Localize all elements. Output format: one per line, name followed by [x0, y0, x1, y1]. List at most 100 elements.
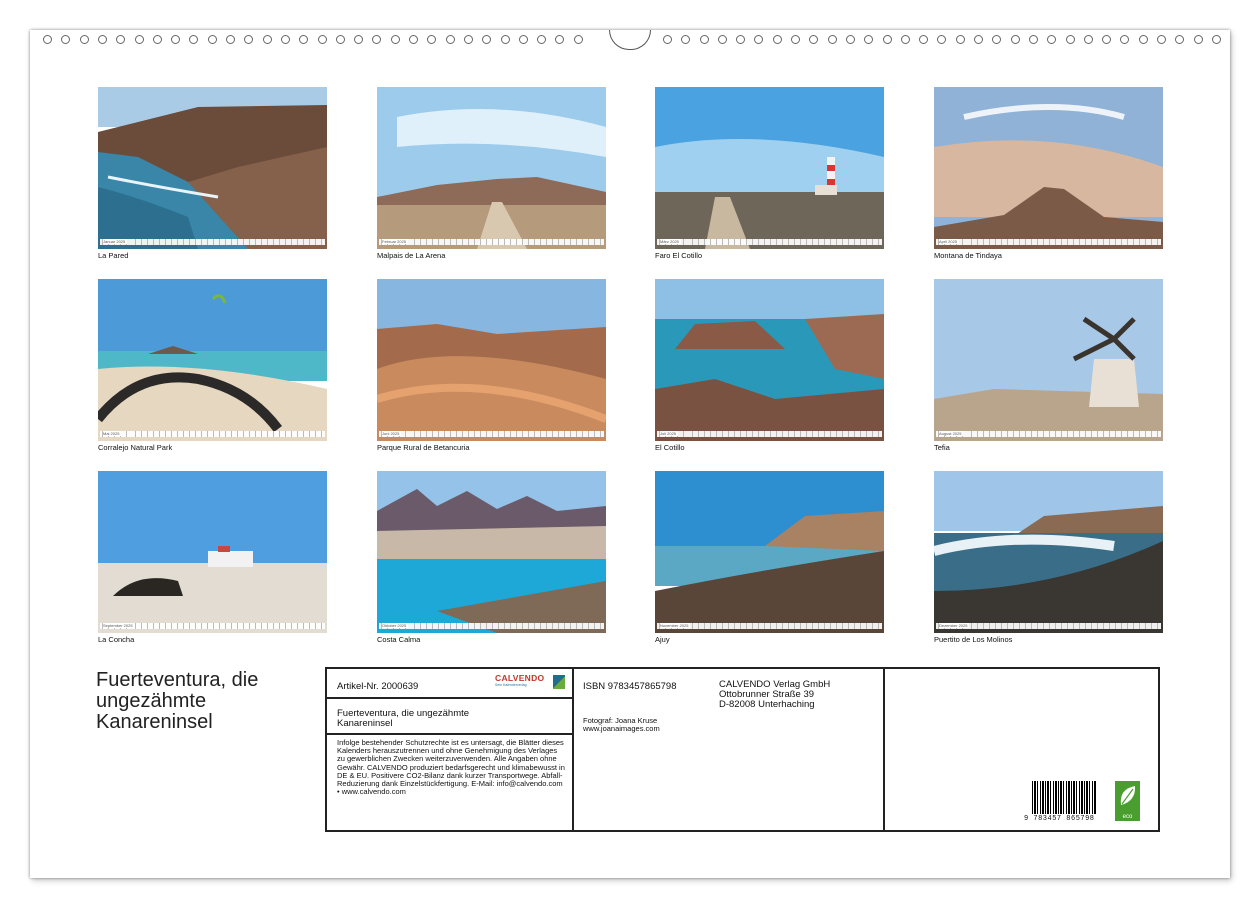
caption-august: Tefia [934, 443, 950, 452]
binding-ring [846, 35, 855, 44]
binding-ring [446, 35, 455, 44]
binding-ring [937, 35, 946, 44]
publisher-address: CALVENDO Verlag GmbH Ottobrunner Straße … [719, 679, 831, 710]
binding-ring [773, 35, 782, 44]
binding-ring [281, 35, 290, 44]
binding-ring [1066, 35, 1075, 44]
caption-march: Faro El Cotillo [655, 251, 703, 260]
leaf-icon [1120, 786, 1136, 805]
caption-april: Montana de Tindaya [934, 251, 1002, 260]
binding-ring [883, 35, 892, 44]
binding-ring [244, 35, 253, 44]
binding-ring [1212, 35, 1221, 44]
calvendo-logo: CALVENDO Sein Kalenderverlag [495, 673, 565, 693]
divider [572, 669, 574, 830]
binding-ring [1139, 35, 1148, 44]
caption-june: Parque Rural de Betancuria [377, 443, 470, 452]
legal-notice: Infolge bestehender Schutzrechte ist es … [337, 738, 565, 797]
binding-ring [791, 35, 800, 44]
binding-ring [263, 35, 272, 44]
divider [327, 697, 572, 699]
photo-april: April 2025 [934, 87, 1163, 249]
binding-ring [919, 35, 928, 44]
binding-ring [354, 35, 363, 44]
caption-september: La Concha [98, 635, 135, 644]
binding-ring [135, 35, 144, 44]
binding-ring [482, 35, 491, 44]
article-number: Artikel-Nr. 2000639 [337, 681, 419, 692]
binding-ring [1011, 35, 1020, 44]
binding-ring [1194, 35, 1203, 44]
binding-ring [409, 35, 418, 44]
binding-ring [864, 35, 873, 44]
binding-ring [828, 35, 837, 44]
binding-ring [391, 35, 400, 44]
caption-july: El Cotillo [655, 443, 685, 452]
binding-ring [700, 35, 709, 44]
photo-june: Juni 2025 [377, 279, 606, 441]
binding-ring [1102, 35, 1111, 44]
binding-ring [43, 35, 52, 44]
binding-ring [574, 35, 583, 44]
binding-ring [98, 35, 107, 44]
binding-ring [116, 35, 125, 44]
binding-ring [501, 35, 510, 44]
photo-may: Mai 2025 [98, 279, 327, 441]
divider [327, 733, 572, 735]
calvendo-logo-icon [553, 675, 565, 689]
binding-ring [80, 35, 89, 44]
eco-badge: eco [1115, 781, 1140, 821]
photo-october: Oktober 2025 [377, 471, 606, 633]
binding-ring [1120, 35, 1129, 44]
binding-ring [189, 35, 198, 44]
binding-ring [208, 35, 217, 44]
binding-ring [1157, 35, 1166, 44]
binding-ring [754, 35, 763, 44]
binding-ring [519, 35, 528, 44]
binding-ring [901, 35, 910, 44]
photo-december: Dezember 2025 [934, 471, 1163, 633]
binding-ring [153, 35, 162, 44]
binding-ring [464, 35, 473, 44]
binding-ring [336, 35, 345, 44]
isbn: ISBN 9783457865798 [583, 681, 677, 692]
binding-ring [956, 35, 965, 44]
caption-december: Puertito de Los Molinos [934, 635, 1013, 644]
binding-ring [1047, 35, 1056, 44]
binding-ring [537, 35, 546, 44]
barcode-number: 9 783457 865798 [1024, 815, 1095, 823]
isbn-barcode [1032, 781, 1097, 814]
photographer-credit: Fotograf: Joana Kruse www.joanaimages.co… [583, 716, 660, 734]
caption-may: Corralejo Natural Park [98, 443, 173, 452]
photo-february: Februar 2025 [377, 87, 606, 249]
binding-ring [171, 35, 180, 44]
binding-ring [718, 35, 727, 44]
photo-march: März 2025 [655, 87, 884, 249]
binding-ring [427, 35, 436, 44]
binding-ring [736, 35, 745, 44]
caption-february: Malpais de La Arena [377, 251, 446, 260]
divider [883, 669, 885, 830]
binding-ring [555, 35, 564, 44]
binding-ring [299, 35, 308, 44]
binding-ring [226, 35, 235, 44]
photo-september: September 2025 [98, 471, 327, 633]
caption-october: Costa Calma [377, 635, 421, 644]
binding-ring [974, 35, 983, 44]
product-title: Fuerteventura, die ungezähmte Kanarenins… [337, 708, 470, 729]
binding-ring [663, 35, 672, 44]
binding-ring [992, 35, 1001, 44]
caption-january: La Pared [98, 251, 129, 260]
binding-ring [372, 35, 381, 44]
caption-november: Ajuy [655, 635, 670, 644]
photo-august: August 2025 [934, 279, 1163, 441]
photo-january: Januar 2025 [98, 87, 327, 249]
binding-ring [318, 35, 327, 44]
binding-ring [809, 35, 818, 44]
photo-july: Juli 2025 [655, 279, 884, 441]
binding-ring [1175, 35, 1184, 44]
photo-november: November 2025 [655, 471, 884, 633]
binding-ring [1084, 35, 1093, 44]
calendar-title: Fuerteventura, die ungezähmte Kanarenins… [96, 669, 259, 733]
binding-ring [1029, 35, 1038, 44]
